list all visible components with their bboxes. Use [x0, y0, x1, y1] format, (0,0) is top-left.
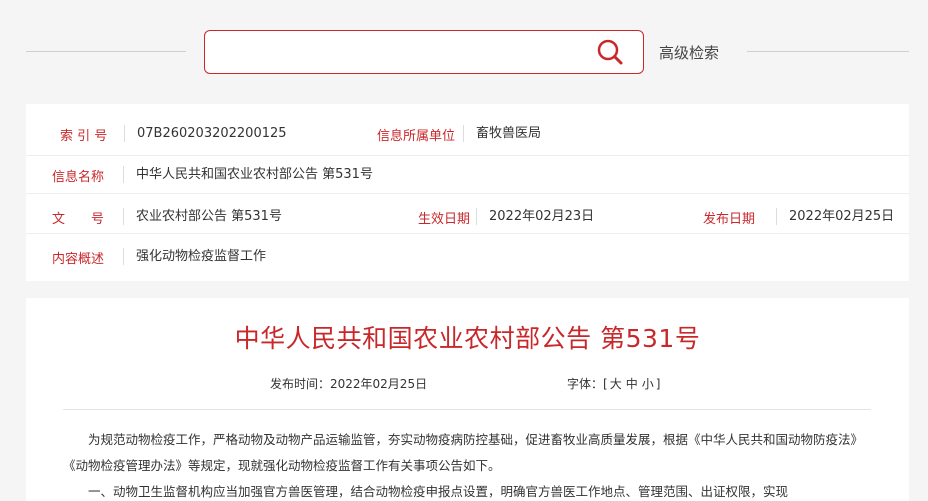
search-box[interactable] [204, 30, 644, 74]
summary-value: 强化动物检疫监督工作 [123, 248, 266, 265]
divider-right [747, 51, 909, 52]
article-divider [63, 409, 871, 410]
unit-label: 信息所属单位 [377, 129, 456, 144]
doc-value: 农业农村部公告 第531号 [123, 208, 282, 225]
publish-time: 发布时间：2022年02月25日 [270, 377, 428, 391]
search-icon [597, 39, 623, 65]
font-size-switcher: 字体：[大中小] [567, 375, 660, 392]
info-row-summary: 内容概述 强化动物检疫监督工作 [26, 233, 909, 277]
font-medium-button[interactable]: 中 [626, 377, 638, 391]
search-button[interactable] [592, 36, 628, 68]
info-row-doc: 文 号 农业农村部公告 第531号 生效日期 2022年02月23日 发布日期 … [26, 193, 909, 237]
info-row-index: 索 引 号 07B260203202200125 信息所属单位 畜牧兽医局 [26, 111, 909, 155]
article-paragraph-1: 为规范动物检疫工作，严格动物及动物产品运输监管，夯实动物疫病防控基础，促进畜牧业… [63, 432, 864, 473]
info-panel: 索 引 号 07B260203202200125 信息所属单位 畜牧兽医局 信息… [26, 104, 909, 281]
font-large-button[interactable]: 大 [610, 377, 622, 391]
divider-left [26, 51, 186, 52]
doc-label: 文 号 [52, 212, 105, 227]
article-title: 中华人民共和国农业农村部公告 第531号 [234, 324, 701, 353]
name-value: 中华人民共和国农业农村部公告 第531号 [123, 166, 373, 183]
summary-label: 内容概述 [52, 252, 105, 267]
article-paragraph-2: 一、动物卫生监督机构应当加强官方兽医管理，结合动物检疫申报点设置，明确官方兽医工… [88, 484, 789, 499]
search-row: 高级检索 [0, 0, 928, 104]
font-size-prefix: 字体：[ [567, 377, 608, 391]
font-small-button[interactable]: 小 [642, 377, 654, 391]
article: 中华人民共和国农业农村部公告 第531号 发布时间：2022年02月25日 字体… [26, 298, 909, 501]
font-size-suffix: ] [655, 377, 661, 391]
name-label: 信息名称 [52, 170, 105, 185]
effective-value: 2022年02月23日 [476, 208, 594, 225]
index-label: 索 引 号 [60, 129, 108, 144]
advanced-search-link[interactable]: 高级检索 [659, 42, 719, 63]
search-input[interactable] [215, 39, 585, 65]
effective-label: 生效日期 [418, 212, 471, 227]
index-value: 07B260203202200125 [124, 125, 287, 142]
publish-value: 2022年02月25日 [776, 208, 894, 225]
unit-value: 畜牧兽医局 [463, 125, 541, 142]
publish-label: 发布日期 [703, 212, 756, 227]
